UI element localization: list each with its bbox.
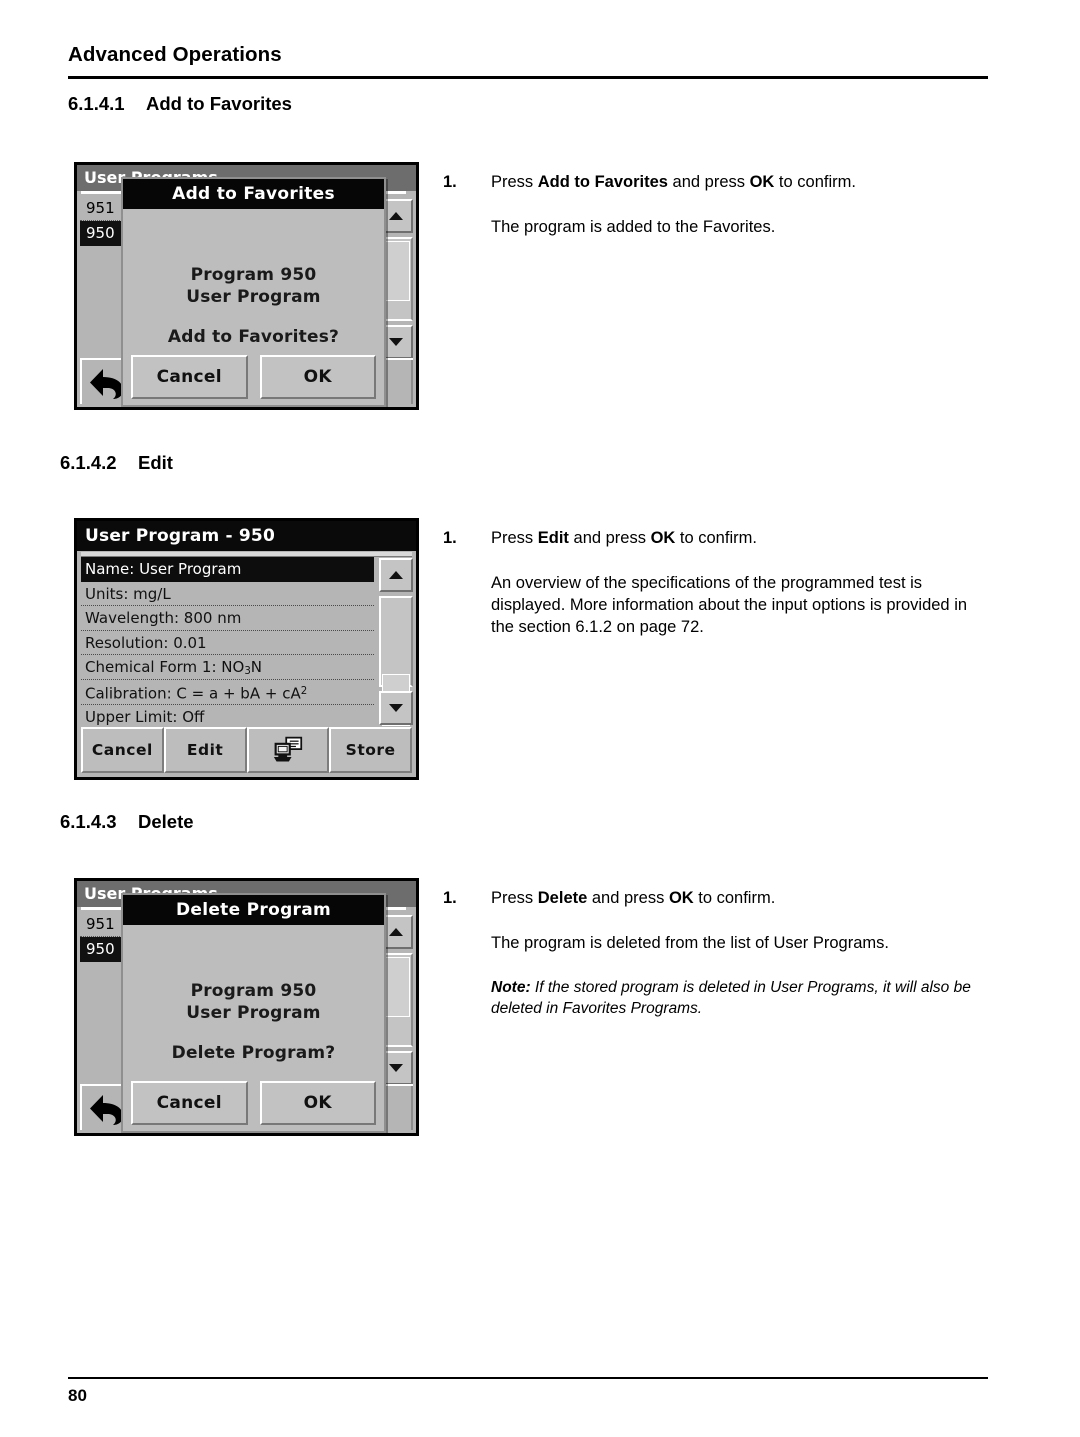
cancel-button[interactable]: Cancel bbox=[81, 727, 164, 773]
list-item-951[interactable]: 951 bbox=[80, 196, 126, 221]
dialog-line-username: User Program bbox=[186, 287, 321, 307]
scrollbar-thumb[interactable] bbox=[382, 241, 410, 301]
dialog-body: Program 950 User Program Delete Program?… bbox=[123, 925, 384, 1131]
scroll-down-button[interactable] bbox=[379, 691, 413, 725]
step-text-bold-ok: OK bbox=[650, 529, 676, 547]
step-text-bold-ok: OK bbox=[749, 173, 775, 191]
instruction-step: 1. Press Edit and press OK to confirm. bbox=[443, 528, 988, 550]
step-text-post: to confirm. bbox=[675, 529, 757, 547]
section-number: 6.1.4.2 bbox=[60, 452, 117, 473]
chevron-down-icon bbox=[389, 338, 403, 346]
running-head: Advanced Operations bbox=[68, 43, 282, 66]
step-text-pre: Press bbox=[491, 529, 538, 547]
step-text-mid: and press bbox=[667, 173, 750, 191]
list-item-950-selected[interactable]: 950 bbox=[80, 937, 126, 962]
dialog-button-row: Cancel OK bbox=[131, 355, 376, 399]
step-text-post: to confirm. bbox=[774, 173, 856, 191]
section-title: Edit bbox=[138, 452, 173, 473]
detail-row[interactable]: Name: User Program bbox=[81, 557, 374, 582]
step-text-post: to confirm. bbox=[693, 889, 776, 907]
list-item-951[interactable]: 951 bbox=[80, 912, 126, 937]
detail-row-chemical-form[interactable]: Chemical Form 1: NO3N bbox=[81, 655, 374, 680]
dialog-add-to-favorites: Add to Favorites Program 950 User Progra… bbox=[121, 177, 386, 407]
cancel-button[interactable]: Cancel bbox=[131, 1081, 248, 1125]
step-text-bold-edit: Edit bbox=[537, 529, 569, 547]
instruction-body: The program is deleted from the list of … bbox=[491, 933, 889, 952]
step-text-pre: Press bbox=[491, 889, 538, 907]
screenshot-delete-program: User Programs 951 950 art bbox=[74, 878, 419, 1136]
ok-button[interactable]: OK bbox=[259, 1081, 376, 1125]
section-title: Add to Favorites bbox=[146, 93, 292, 114]
instruction-block-delete: 1. Press Delete and press OK to confirm.… bbox=[443, 888, 988, 1020]
footer-rule bbox=[68, 1377, 988, 1379]
edit-button[interactable]: Edit bbox=[163, 727, 247, 773]
section-heading-6-1-4-1: 6.1.4.1 Add to Favorites bbox=[68, 93, 292, 115]
detail-row[interactable]: Resolution: 0.01 bbox=[81, 631, 374, 656]
manual-page: Advanced Operations 6.1.4.1 Add to Favori… bbox=[0, 0, 1080, 1437]
specification-list[interactable]: Name: User Program Units: mg/L Wavelengt… bbox=[81, 557, 374, 727]
section-heading-6-1-4-2: 6.1.4.2 Edit bbox=[60, 452, 173, 474]
detail-row[interactable]: Upper Limit: Off bbox=[81, 705, 374, 727]
section-title: Delete bbox=[138, 811, 194, 832]
dialog-line-question: Delete Program? bbox=[171, 1043, 336, 1063]
section-number: 6.1.4.3 bbox=[60, 811, 117, 832]
step-text-mid: and press bbox=[587, 889, 669, 907]
instruction-note: Note: If the stored program is deleted i… bbox=[443, 978, 988, 1020]
section-number: 6.1.4.1 bbox=[68, 93, 125, 114]
dialog-body: Program 950 User Program Add to Favorite… bbox=[123, 209, 384, 405]
step-text-bold-add-to-favorites: Add to Favorites bbox=[537, 173, 668, 191]
instruction-step: 1. Press Delete and press OK to confirm. bbox=[443, 888, 988, 910]
step-text-pre: Press bbox=[491, 173, 538, 191]
instruction-block-edit: 1. Press Edit and press OK to confirm. A… bbox=[443, 528, 988, 639]
step-marker: 1. bbox=[443, 529, 457, 547]
dialog-delete-program: Delete Program Program 950 User Program … bbox=[121, 893, 386, 1133]
dialog-line-username: User Program bbox=[186, 1003, 321, 1023]
dialog-line-program: Program 950 bbox=[190, 981, 317, 1001]
dialog-title: Add to Favorites bbox=[123, 179, 384, 209]
detail-button-bar: Cancel Edit Store bbox=[81, 727, 412, 773]
step-text-mid: and press bbox=[568, 529, 651, 547]
scrollbar-track[interactable] bbox=[379, 596, 413, 726]
dialog-line-program: Program 950 bbox=[190, 265, 317, 285]
step-text-bold-ok: OK bbox=[668, 889, 694, 907]
dialog-button-row: Cancel OK bbox=[131, 1081, 376, 1125]
screenshot-add-to-favorites: User Programs 951 950 art bbox=[74, 162, 419, 410]
chevron-up-icon bbox=[389, 212, 403, 220]
step-marker: 1. bbox=[443, 173, 457, 191]
chevron-down-icon bbox=[389, 704, 403, 712]
step-marker: 1. bbox=[443, 889, 457, 907]
instruction-body: An overview of the specifications of the… bbox=[491, 573, 968, 636]
chevron-up-icon bbox=[389, 928, 403, 936]
dialog-title: Delete Program bbox=[123, 895, 384, 925]
note-text: If the stored program is deleted in User… bbox=[491, 978, 971, 1017]
send-to-pc-icon bbox=[273, 736, 302, 762]
instruction-body: The program is added to the Favorites. bbox=[491, 217, 776, 236]
vertical-scrollbar[interactable] bbox=[379, 558, 413, 726]
chevron-down-icon bbox=[389, 1064, 403, 1072]
dialog-line-question: Add to Favorites? bbox=[167, 327, 340, 347]
list-item-950-selected[interactable]: 950 bbox=[80, 221, 126, 246]
cancel-button[interactable]: Cancel bbox=[131, 355, 248, 399]
detail-row-calibration[interactable]: Calibration: C = a + bA + cA2 bbox=[81, 680, 374, 705]
instruction-block-favorites: 1. Press Add to Favorites and press OK t… bbox=[443, 172, 988, 239]
detail-row[interactable]: Wavelength: 800 nm bbox=[81, 606, 374, 631]
detail-row[interactable]: Units: mg/L bbox=[81, 582, 374, 607]
scrollbar-thumb[interactable] bbox=[382, 957, 410, 1017]
store-button[interactable]: Store bbox=[329, 727, 412, 773]
lcd-title-user-program-950: User Program - 950 bbox=[77, 521, 416, 551]
section-heading-6-1-4-3: 6.1.4.3 Delete bbox=[60, 811, 194, 833]
instruction-step: 1. Press Add to Favorites and press OK t… bbox=[443, 172, 988, 194]
scroll-up-button[interactable] bbox=[379, 558, 413, 592]
step-text-bold-delete: Delete bbox=[537, 889, 588, 907]
send-to-pc-button[interactable] bbox=[246, 727, 330, 773]
note-label: Note: bbox=[491, 978, 531, 996]
header-rule bbox=[68, 76, 988, 79]
page-number: 80 bbox=[68, 1386, 87, 1405]
ok-button[interactable]: OK bbox=[259, 355, 376, 399]
chevron-up-icon bbox=[389, 571, 403, 579]
screenshot-user-program-detail: User Program - 950 Name: User Program Un… bbox=[74, 518, 419, 780]
